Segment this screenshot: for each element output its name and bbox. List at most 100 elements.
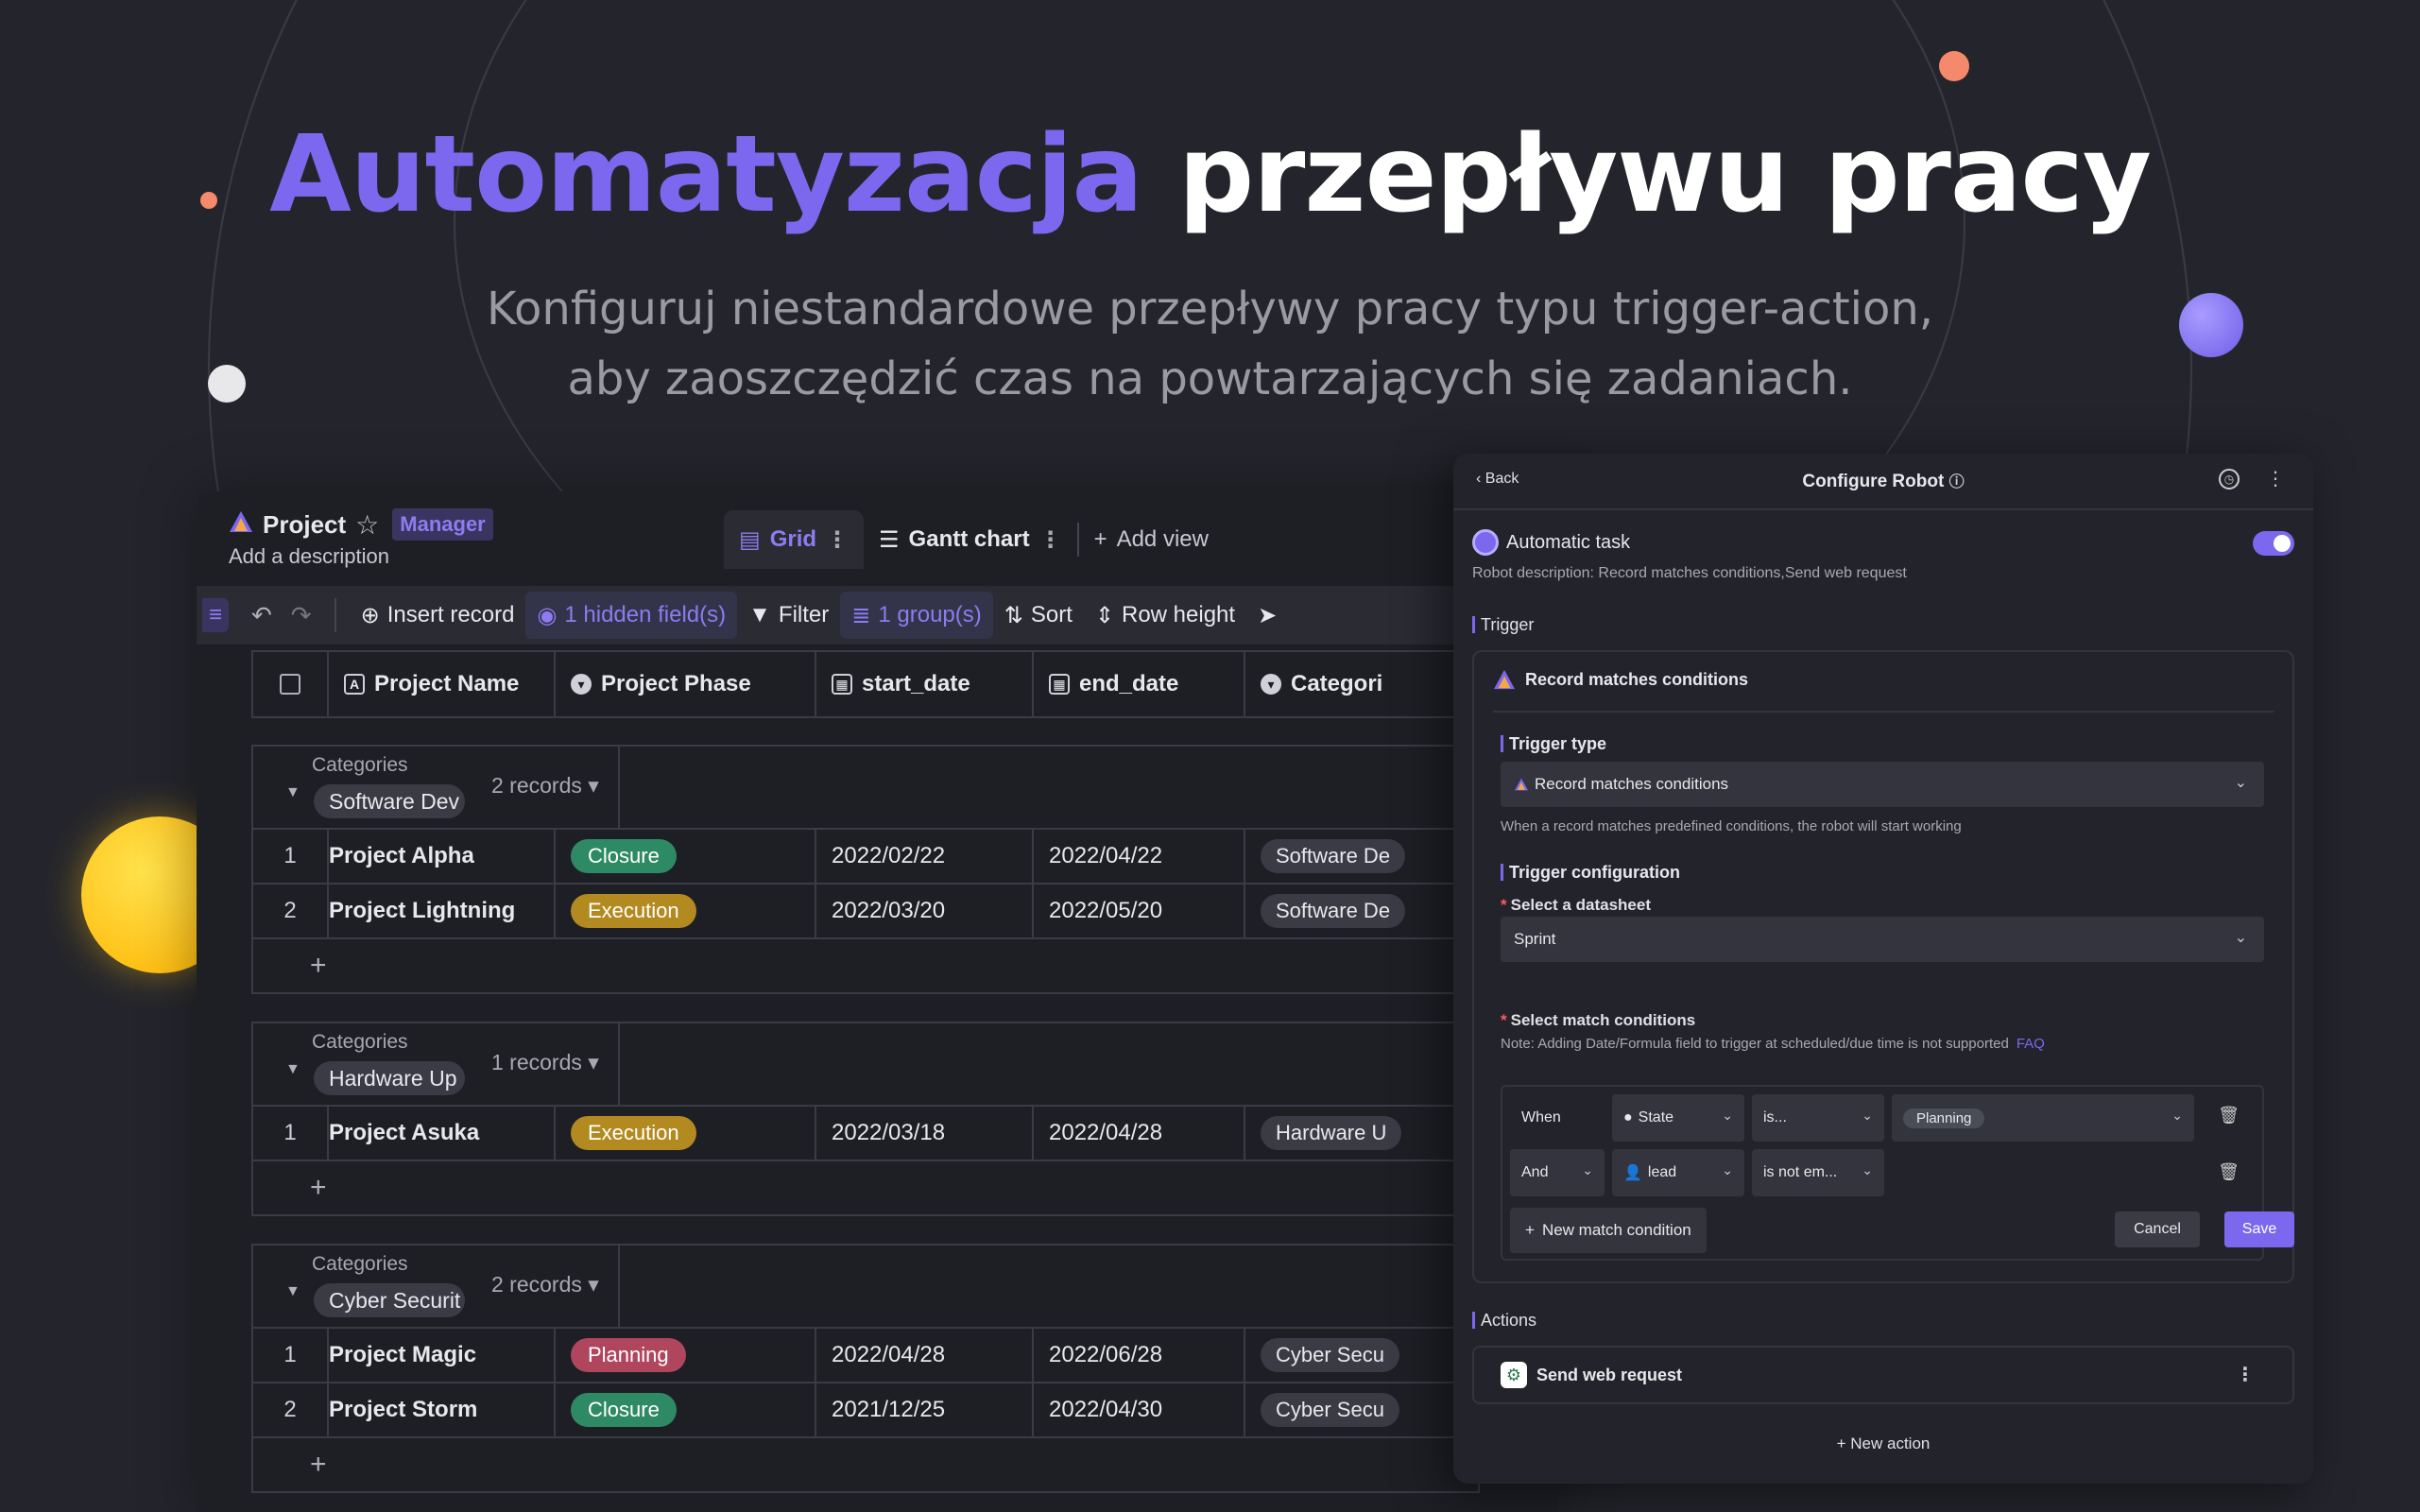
cell-category[interactable]: Cyber Secu: [1245, 1383, 1434, 1436]
history-icon[interactable]: ◷: [2219, 469, 2240, 490]
trigger-type-select[interactable]: Record matches conditions ⌄: [1501, 762, 2264, 807]
phase-pill: Closure: [571, 1393, 677, 1427]
cell-project-name[interactable]: Project Alpha: [329, 830, 556, 883]
chevron-down-icon: ⌄: [1722, 1162, 1733, 1177]
chevron-down-icon: ⌄: [1862, 1108, 1873, 1123]
sort-button[interactable]: ⇅ Sort: [993, 592, 1084, 639]
cell-start-date[interactable]: 2022/03/18: [816, 1107, 1034, 1160]
condition-field-select[interactable]: ● State ⌄: [1612, 1094, 1744, 1142]
cell-end-date[interactable]: 2022/04/28: [1034, 1107, 1245, 1160]
condition-joiner-select[interactable]: And ⌄: [1510, 1149, 1605, 1196]
add-record-button[interactable]: +: [253, 1161, 1478, 1214]
group-header[interactable]: Categories ▼ Hardware Up 1 records ▾: [253, 1023, 1478, 1107]
condition-value-select[interactable]: Planning ⌄: [1892, 1094, 2194, 1142]
delete-icon[interactable]: 🗑: [2218, 1162, 2240, 1182]
new-action-button[interactable]: + New action: [1453, 1435, 2313, 1453]
more-icon[interactable]: ⋮: [2266, 467, 2285, 490]
cell-category[interactable]: Hardware U: [1245, 1107, 1434, 1160]
cell-category[interactable]: Software De: [1245, 885, 1434, 937]
redo-icon[interactable]: ↷: [282, 601, 321, 630]
more-icon[interactable]: ⋮: [1039, 526, 1062, 554]
star-icon[interactable]: ☆: [355, 509, 379, 541]
datasheet-select[interactable]: Sprint ⌄: [1501, 917, 2264, 962]
filter-icon: ▼: [748, 602, 771, 627]
cancel-button[interactable]: Cancel: [2115, 1211, 2200, 1247]
tab-gantt[interactable]: ☰ Gantt chart ⋮: [864, 510, 1077, 569]
condition-operator-select[interactable]: is... ⌄: [1752, 1094, 1884, 1142]
collapse-icon[interactable]: ▼: [285, 784, 300, 801]
cell-end-date[interactable]: 2022/06/28: [1034, 1329, 1245, 1382]
cell-project-name[interactable]: Project Asuka: [329, 1107, 556, 1160]
table-row[interactable]: 1 Project Asuka Execution 2022/03/18 202…: [253, 1107, 1478, 1161]
cell-project-phase[interactable]: Planning: [556, 1329, 816, 1382]
cell-start-date[interactable]: 2022/04/28: [816, 1329, 1034, 1382]
project-description[interactable]: Add a description: [229, 544, 389, 569]
tab-grid[interactable]: ▤ Grid ⋮: [724, 510, 865, 569]
cell-project-phase[interactable]: Closure: [556, 830, 816, 883]
cell-project-name[interactable]: Project Magic: [329, 1329, 556, 1382]
undo-icon[interactable]: ↶: [242, 601, 282, 630]
sidebar-toggle-icon[interactable]: ≡: [202, 598, 229, 632]
table-row[interactable]: 2 Project Lightning Execution 2022/03/20…: [253, 885, 1478, 939]
hidden-fields-button[interactable]: ◉ 1 hidden field(s): [525, 592, 738, 639]
column-header-start-date[interactable]: ▦ start_date: [816, 652, 1034, 716]
filter-button[interactable]: ▼ Filter: [737, 592, 840, 639]
condition-field-select[interactable]: 👤 lead ⌄: [1612, 1149, 1744, 1196]
collapse-icon[interactable]: ▼: [285, 1283, 300, 1300]
robot-task: Automatic task: [1472, 529, 1630, 556]
delete-icon[interactable]: 🗑: [2218, 1106, 2240, 1125]
add-record-button[interactable]: +: [253, 939, 1478, 992]
cell-start-date[interactable]: 2021/12/25: [816, 1383, 1034, 1436]
cell-project-phase[interactable]: Execution: [556, 1107, 816, 1160]
save-button[interactable]: Save: [2224, 1211, 2294, 1247]
add-view-button[interactable]: + Add view: [1079, 510, 1224, 569]
cell-start-date[interactable]: 2022/03/20: [816, 885, 1034, 937]
insert-record-label: Insert record: [386, 602, 515, 627]
column-title: Project Name: [374, 671, 520, 696]
insert-record-button[interactable]: ⊕ Insert record: [350, 592, 526, 639]
robot-enable-toggle[interactable]: [2253, 531, 2294, 556]
cell-project-phase[interactable]: Closure: [556, 1383, 816, 1436]
column-header-categories[interactable]: ▾ Categori: [1245, 652, 1434, 716]
column-header-project-phase[interactable]: ▾ Project Phase: [556, 652, 816, 716]
cell-project-phase[interactable]: Execution: [556, 885, 816, 937]
group-button[interactable]: ≣ 1 group(s): [840, 592, 993, 639]
cell-category[interactable]: Cyber Secu: [1245, 1329, 1434, 1382]
robot-name[interactable]: Automatic task: [1506, 532, 1630, 554]
cell-end-date[interactable]: 2022/05/20: [1034, 885, 1245, 937]
row-height-button[interactable]: ⇕ Row height: [1084, 592, 1246, 639]
cell-category[interactable]: Software De: [1245, 830, 1434, 883]
help-icon[interactable]: ⓘ: [1949, 474, 1965, 490]
action-card[interactable]: ⚙ Send web request ⋮: [1472, 1346, 2294, 1404]
share-icon[interactable]: ➤: [1246, 592, 1288, 639]
faq-link[interactable]: FAQ: [2017, 1036, 2045, 1052]
cell-end-date[interactable]: 2022/04/22: [1034, 830, 1245, 883]
cell-project-name[interactable]: Project Storm: [329, 1383, 556, 1436]
cell-project-name[interactable]: Project Lightning: [329, 885, 556, 937]
condition-operator-select[interactable]: is not em... ⌄: [1752, 1149, 1884, 1196]
column-header-project-name[interactable]: A Project Name: [329, 652, 556, 716]
tab-gantt-label: Gantt chart: [908, 526, 1030, 552]
category-pill: Software De: [1261, 839, 1406, 873]
collapse-icon[interactable]: ▼: [285, 1061, 300, 1078]
more-icon[interactable]: ⋮: [2236, 1363, 2255, 1386]
select-field-icon: ▾: [571, 674, 592, 695]
column-header-end-date[interactable]: ▦ end_date: [1034, 652, 1245, 716]
phase-pill: Execution: [571, 894, 696, 928]
cell-start-date[interactable]: 2022/02/22: [816, 830, 1034, 883]
condition-field: lead: [1647, 1164, 1677, 1180]
layers-icon: ≣: [851, 602, 871, 628]
cell-end-date[interactable]: 2022/04/30: [1034, 1383, 1245, 1436]
more-icon[interactable]: ⋮: [826, 526, 849, 554]
robot-description[interactable]: Robot description: Record matches condit…: [1472, 565, 1907, 582]
trigger-logo-icon: [1494, 669, 1515, 690]
new-match-condition-button[interactable]: + New match condition: [1510, 1208, 1707, 1253]
group-header[interactable]: Categories ▼ Cyber Securit 2 records ▾: [253, 1246, 1478, 1329]
table-row[interactable]: 2 Project Storm Closure 2021/12/25 2022/…: [253, 1383, 1478, 1438]
table-row[interactable]: 1 Project Alpha Closure 2022/02/22 2022/…: [253, 830, 1478, 885]
select-all-checkbox[interactable]: [253, 652, 329, 716]
group-header[interactable]: Categories ▼ Software Dev 2 records ▾: [253, 747, 1478, 830]
phase-pill: Planning: [571, 1338, 686, 1372]
table-row[interactable]: 1 Project Magic Planning 2022/04/28 2022…: [253, 1329, 1478, 1383]
add-record-button[interactable]: +: [253, 1438, 1478, 1491]
